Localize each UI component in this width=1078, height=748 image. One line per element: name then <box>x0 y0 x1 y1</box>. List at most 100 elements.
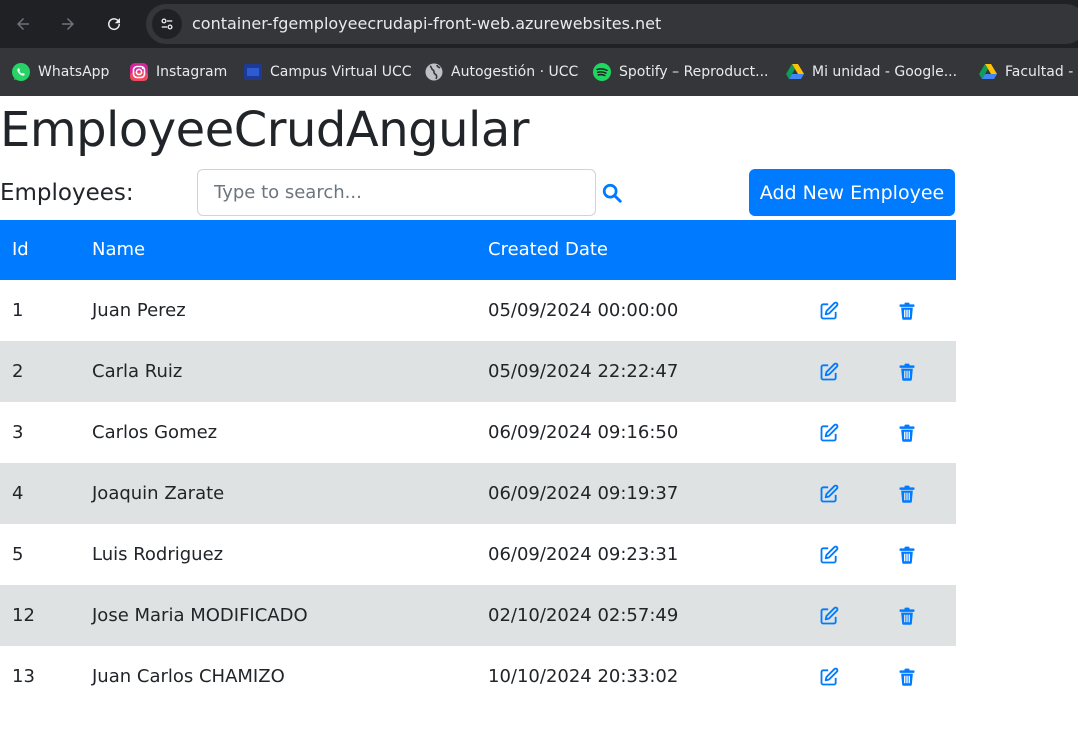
trash-icon <box>899 302 915 320</box>
google-drive-icon <box>785 62 805 82</box>
forward-button[interactable] <box>54 10 82 38</box>
employees-table: Id Name Created Date 1 Juan Perez 05/09/… <box>0 220 956 707</box>
row-created-date: 05/09/2024 00:00:00 <box>488 300 679 321</box>
reload-icon <box>108 18 121 31</box>
search-icon <box>602 183 622 203</box>
bookmark-facultad[interactable]: Facultad - G <box>978 61 1078 83</box>
employees-label: Employees: <box>0 180 134 206</box>
search-button[interactable] <box>600 181 624 205</box>
trash-icon <box>899 485 915 503</box>
row-id: 5 <box>12 544 24 565</box>
url-text[interactable]: container-fgemployeecrudapi-front-web.az… <box>192 14 661 33</box>
row-name: Jose Maria MODIFICADO <box>92 605 308 626</box>
bookmark-campus-virtual[interactable]: Campus Virtual UCC <box>243 61 412 83</box>
row-name: Carla Ruiz <box>92 361 183 382</box>
row-created-date: 06/09/2024 09:23:31 <box>488 544 679 565</box>
google-drive-icon <box>978 62 998 82</box>
edit-button[interactable] <box>818 544 840 566</box>
trash-icon <box>899 363 915 381</box>
row-created-date: 06/09/2024 09:19:37 <box>488 483 679 504</box>
delete-button[interactable] <box>896 483 918 505</box>
address-bar[interactable]: container-fgemployeecrudapi-front-web.az… <box>146 4 1078 44</box>
edit-icon <box>820 301 839 320</box>
delete-button[interactable] <box>896 361 918 383</box>
table-row: 3 Carlos Gomez 06/09/2024 09:16:50 <box>0 402 956 463</box>
edit-icon <box>820 423 839 442</box>
edit-icon <box>820 545 839 564</box>
back-button[interactable] <box>9 10 37 38</box>
delete-button[interactable] <box>896 422 918 444</box>
spotify-icon <box>592 62 612 82</box>
globe-icon <box>424 62 444 82</box>
delete-button[interactable] <box>896 544 918 566</box>
site-info-button[interactable] <box>152 9 182 39</box>
bookmark-label: Spotify – Reproduct... <box>619 64 769 80</box>
instagram-icon <box>129 62 149 82</box>
edit-icon <box>820 362 839 381</box>
table-row: 12 Jose Maria MODIFICADO 02/10/2024 02:5… <box>0 585 956 646</box>
reload-button[interactable] <box>100 10 128 38</box>
bookmark-label: Autogestión · UCC <box>451 64 579 80</box>
row-name: Joaquin Zarate <box>92 483 225 504</box>
row-id: 3 <box>12 422 24 443</box>
bookmark-instagram[interactable]: Instagram <box>129 61 227 83</box>
bookmark-label: Campus Virtual UCC <box>270 64 412 80</box>
table-row: 1 Juan Perez 05/09/2024 00:00:00 <box>0 280 956 341</box>
trash-icon <box>899 607 915 625</box>
edit-button[interactable] <box>818 483 840 505</box>
row-id: 12 <box>12 605 35 626</box>
bookmark-spotify[interactable]: Spotify – Reproduct... <box>592 61 769 83</box>
row-created-date: 02/10/2024 02:57:49 <box>488 605 679 626</box>
table-header: Id Name Created Date <box>0 220 956 280</box>
row-id: 1 <box>12 300 24 321</box>
delete-button[interactable] <box>896 300 918 322</box>
bookmark-label: WhatsApp <box>38 64 110 80</box>
add-employee-button[interactable]: Add New Employee <box>749 169 955 216</box>
row-created-date: 10/10/2024 20:33:02 <box>488 666 679 687</box>
search-input[interactable] <box>197 169 596 216</box>
table-row: 2 Carla Ruiz 05/09/2024 22:22:47 <box>0 341 956 402</box>
bookmark-label: Instagram <box>156 64 228 80</box>
bookmark-label: Facultad - G <box>1005 64 1078 80</box>
edit-button[interactable] <box>818 605 840 627</box>
row-name: Juan Perez <box>92 300 186 321</box>
row-created-date: 06/09/2024 09:16:50 <box>488 422 679 443</box>
delete-button[interactable] <box>896 666 918 688</box>
column-header-name: Name <box>92 239 146 260</box>
bookmarks-bar: WhatsApp Instagram Campus Virtual UCC Au… <box>0 48 1078 96</box>
tune-icon <box>161 18 173 30</box>
row-id: 4 <box>12 483 24 504</box>
whatsapp-icon <box>11 62 31 82</box>
edit-icon <box>820 667 839 686</box>
arrow-left-icon <box>17 18 29 30</box>
bookmark-whatsapp[interactable]: WhatsApp <box>11 61 109 83</box>
table-row: 5 Luis Rodriguez 06/09/2024 09:23:31 <box>0 524 956 585</box>
trash-icon <box>899 546 915 564</box>
bookmark-autogestion[interactable]: Autogestión · UCC <box>424 61 578 83</box>
campus-icon <box>243 62 263 82</box>
delete-button[interactable] <box>896 605 918 627</box>
edit-button[interactable] <box>818 422 840 444</box>
edit-icon <box>820 606 839 625</box>
trash-icon <box>899 424 915 442</box>
table-row: 4 Joaquin Zarate 06/09/2024 09:19:37 <box>0 463 956 524</box>
column-header-created-date: Created Date <box>488 239 608 260</box>
trash-icon <box>899 668 915 686</box>
row-name: Juan Carlos CHAMIZO <box>92 666 285 687</box>
edit-button[interactable] <box>818 361 840 383</box>
edit-button[interactable] <box>818 300 840 322</box>
page-title: EmployeeCrudAngular <box>0 102 530 158</box>
row-id: 13 <box>12 666 35 687</box>
row-name: Luis Rodriguez <box>92 544 224 565</box>
edit-icon <box>820 484 839 503</box>
row-name: Carlos Gomez <box>92 422 218 443</box>
table-row: 13 Juan Carlos CHAMIZO 10/10/2024 20:33:… <box>0 646 956 707</box>
row-id: 2 <box>12 361 24 382</box>
column-header-id: Id <box>12 239 29 260</box>
arrow-right-icon <box>62 18 74 30</box>
edit-button[interactable] <box>818 666 840 688</box>
row-created-date: 05/09/2024 22:22:47 <box>488 361 679 382</box>
bookmark-label: Mi unidad - Google... <box>812 64 958 80</box>
bookmark-mi-unidad[interactable]: Mi unidad - Google... <box>785 61 957 83</box>
browser-toolbar: container-fgemployeecrudapi-front-web.az… <box>0 0 1078 48</box>
